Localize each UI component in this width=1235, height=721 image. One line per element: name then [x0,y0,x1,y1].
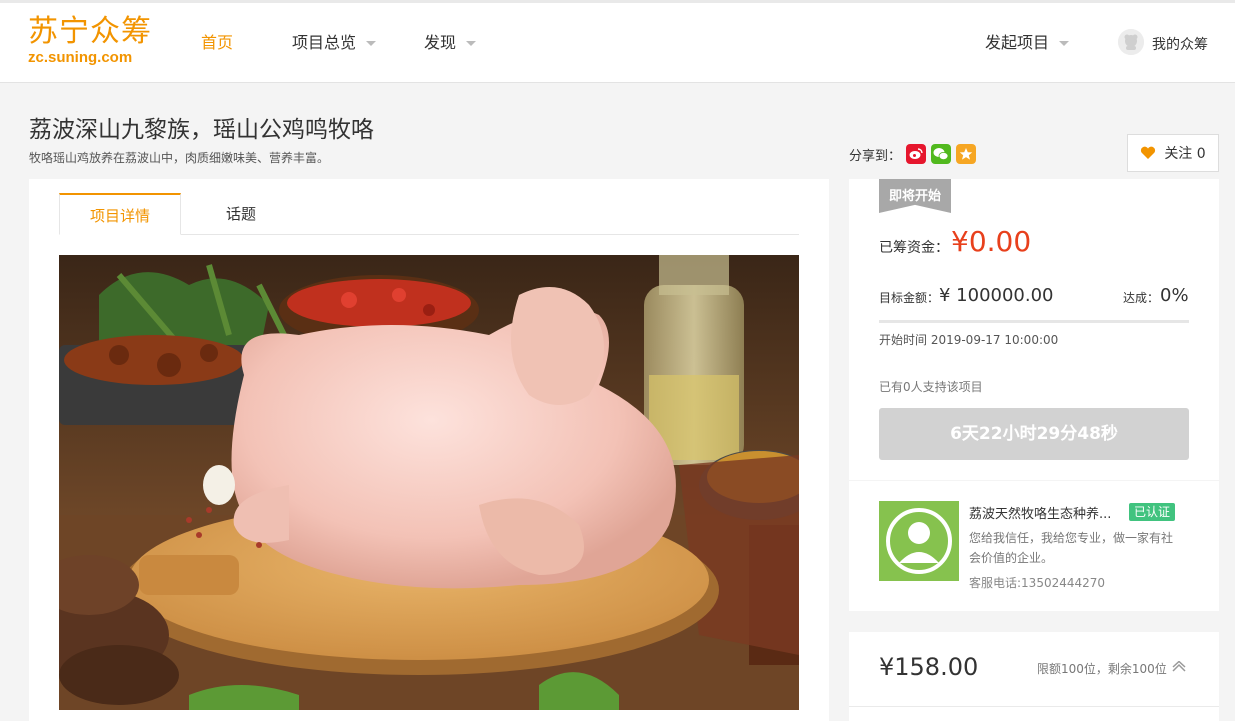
my-crowdfunding-link[interactable]: 我的众筹 [1152,34,1208,54]
chevron-down-icon [1059,41,1070,46]
logo-text: 苏宁众筹 [28,14,152,49]
nav-discover[interactable]: 发现 [424,32,477,54]
funding-progress-bar [879,320,1189,323]
verified-badge: 已认证 [1129,503,1175,521]
completion-label: 达成： [1123,291,1160,305]
target-amount: ¥ 100000.00 [939,285,1054,306]
nav-discover-label: 发现 [424,33,457,52]
page-title: 荔波深山九黎族，瑶山公鸡鸣牧咯 [29,117,374,143]
site-logo[interactable]: 苏宁众筹 zc.suning.com [28,15,158,69]
company-name[interactable]: 荔波天然牧咯生态种养... [969,503,1111,522]
target-label: 目标金额： [879,291,940,305]
countdown-button[interactable]: 6天22小时29分48秒 [879,408,1189,460]
next-reward-tier [849,706,1219,721]
tab-project-details[interactable]: 项目详情 [59,193,181,235]
nav-launch-label: 发起项目 [985,33,1050,52]
completion-rate: 0% [1160,285,1189,306]
start-time: 开始时间 2019-09-17 10:00:00 [879,333,1059,347]
wechat-icon[interactable] [931,144,952,164]
nav-launch-project[interactable]: 发起项目 [985,32,1070,54]
chevron-down-icon [466,41,477,46]
raised-label: 已筹资金： [879,240,949,256]
follow-label: 关注 0 [1164,146,1206,162]
tab-topics[interactable]: 话题 [181,193,301,235]
chevron-up-icon[interactable] [1171,658,1187,677]
logo-url: zc.suning.com [28,49,133,66]
company-description: 您给我信任，我给您专业，做一家有社会价值的企业。 [969,531,1174,565]
status-badge: 即将开始 [879,179,951,213]
site-header: 苏宁众筹 zc.suning.com 首页 项目总览 发现 发起项目 我的众筹 [0,3,1235,83]
nav-projects-label: 项目总览 [292,33,357,52]
detail-tabs: 项目详情 话题 [59,193,799,235]
user-avatar-icon[interactable] [1118,29,1144,55]
raised-amount: ¥0.00 [951,225,1032,258]
nav-home[interactable]: 首页 [201,32,233,54]
funding-panel: 即将开始 已筹资金： ¥0.00 目标金额： ¥ 100000.00 达成： 0… [849,179,1219,480]
reward-limit: 限额100位，剩余100位 [1037,662,1167,676]
company-avatar[interactable] [879,501,959,581]
product-photo [59,255,799,710]
qzone-star-icon[interactable] [956,144,977,164]
share-bar: 分享到： [849,144,977,164]
share-label: 分享到： [849,148,902,164]
customer-service-phone: 客服电话:13502444270 [969,576,1106,590]
follow-button[interactable]: 关注 0 [1127,134,1219,172]
nav-home-label: 首页 [201,33,234,52]
heart-icon [1141,146,1156,159]
reward-tier[interactable]: ¥158.00 限额100位，剩余100位 [849,632,1219,706]
weibo-icon[interactable] [906,144,927,164]
initiator-panel: 荔波天然牧咯生态种养... 已认证 您给我信任，我给您专业，做一家有社会价值的企… [849,481,1219,611]
chevron-down-icon [366,41,377,46]
page-subtitle: 牧咯瑶山鸡放养在荔波山中，肉质细嫩味美、营养丰富。 [29,151,330,165]
reward-price: ¥158.00 [879,653,979,681]
nav-projects[interactable]: 项目总览 [292,32,377,54]
supporter-count: 已有0人支持该项目 [879,380,983,394]
project-detail-panel: 项目详情 话题 [29,179,829,721]
